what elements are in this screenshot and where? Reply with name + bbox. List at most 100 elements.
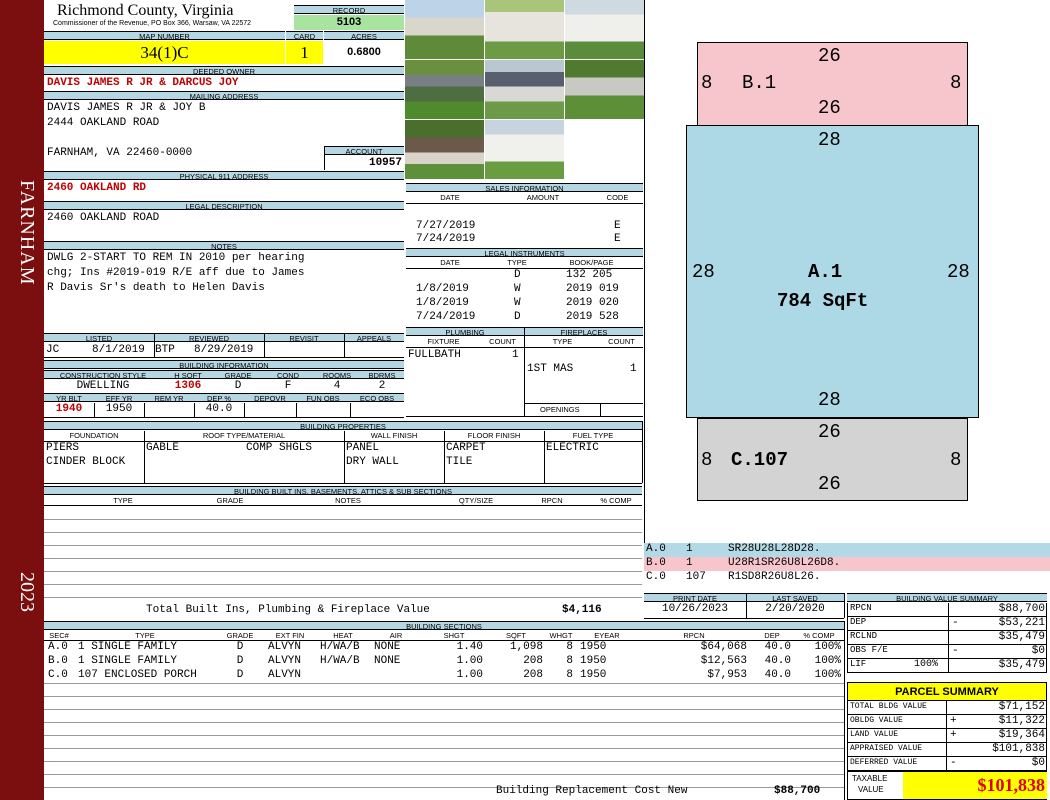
bp-h-found: FOUNDATION	[69, 431, 119, 440]
parcel-row: APPRAISED VALUE $101,838	[847, 743, 1047, 757]
notes-line-1: DWLG 2-START TO REM IN 2010 per hearing	[47, 252, 305, 264]
fp-openings-label: OPENINGS	[540, 405, 580, 414]
sketch-c-left: 8	[701, 449, 713, 471]
bi2-h-rpcn: RPCN	[541, 496, 563, 505]
li-row-type: W	[514, 297, 521, 309]
house-photo-7	[405, 120, 484, 179]
fp-type: 1ST MAS	[527, 363, 574, 375]
li-row-type: D	[514, 269, 521, 281]
map-number-label: MAP NUMBER	[44, 31, 285, 40]
bi-hsqft: 1306	[174, 380, 202, 392]
bi-h-grade: GRADE	[214, 370, 262, 379]
section-col-header: SQFT	[506, 631, 526, 640]
plumb-fixture: FULLBATH	[408, 349, 461, 361]
sketch-c-bottom: 26	[818, 473, 841, 495]
section-col-header: AIR	[389, 631, 403, 640]
li-row-date: 1/8/2019	[416, 283, 469, 295]
account-value: 10957	[368, 157, 402, 169]
sidebar-city: FARNHAM	[16, 180, 38, 286]
section-cell-rpcn: $12,563	[700, 655, 747, 667]
value-summary-key: RCLND	[850, 631, 878, 641]
sales-row-2-code: E	[614, 233, 621, 245]
bi2-h-notes: NOTES	[335, 496, 361, 505]
bp-wall-2: DRY WALL	[346, 456, 399, 468]
bi-effyr: 1950	[105, 403, 133, 415]
bp-found-1: PIERS	[46, 442, 80, 454]
li-row-date: 7/24/2019	[416, 311, 476, 323]
li-row-book: 2019 528	[566, 311, 619, 323]
mailing-line-2: 2444 OAKLAND ROAD	[47, 117, 160, 129]
plumbing-label: PLUMBING	[406, 327, 524, 336]
mailing-line-3: FARNHAM, VA 22460-0000	[47, 147, 193, 159]
bi-yrblt: 1940	[55, 403, 83, 415]
bp-floor-1: CARPET	[446, 442, 486, 454]
sketch-legend-code: 1	[686, 543, 693, 555]
sales-row-1-code: E	[614, 220, 621, 232]
bi-h-const: CONSTRUCTION STYLE	[44, 370, 162, 379]
parcel-key: DEFERRED VALUE	[850, 758, 918, 767]
brcn-value: $88,700	[774, 785, 821, 797]
section-cell-grade: D	[236, 655, 244, 667]
section-col-header: RPCN	[683, 631, 705, 640]
value-summary-row: LIF 100% $35,479	[847, 659, 1047, 673]
section-cell-dep: 40.0	[764, 641, 791, 653]
section-cell-type: 107 ENCLOSED PORCH	[78, 669, 197, 681]
li-row-book: 2019 019	[566, 283, 619, 295]
section-cell-ext: ALVYN	[268, 669, 302, 681]
section-cell-type: 1 SINGLE FAMILY	[78, 655, 178, 667]
acres-value: 0.6800	[347, 46, 381, 58]
section-cell-eyear: 1950	[580, 655, 607, 667]
bp-h-floor: FLOOR FINISH	[467, 431, 521, 440]
house-photo-4	[405, 60, 484, 119]
notes-label: NOTES	[44, 241, 404, 250]
parcel-row: TOTAL BLDG VALUE $71,152	[847, 701, 1047, 715]
parcel-value: $0	[1031, 757, 1045, 769]
parcel-key: APPRAISED VALUE	[850, 744, 923, 753]
section-cell-comp: 100%	[814, 641, 841, 653]
sketch-c-label: C.107	[731, 449, 789, 471]
reviewer: BTP	[155, 344, 175, 356]
li-row-type: D	[514, 311, 521, 323]
li-h-date: DATE	[440, 258, 460, 267]
parcel-value: $11,322	[998, 715, 1045, 727]
section-col-header: % COMP	[803, 631, 835, 640]
sketch-legend-path: R1SD8R26U8L26.	[728, 571, 821, 583]
map-number-value: 34(1)C	[44, 41, 285, 64]
li-h-type: TYPE	[507, 258, 527, 267]
section-cell-rpcn: $7,953	[707, 669, 747, 681]
building-info-label: BUILDING INFORMATION	[44, 360, 404, 369]
bi-h-remyr: REM YR	[144, 393, 194, 402]
section-col-header: HEAT	[333, 631, 353, 640]
value-summary-row: RPCN $88,700	[847, 603, 1047, 617]
deeded-owner-label: DEEDED OWNER	[44, 66, 404, 75]
bp-found-2: CINDER BLOCK	[46, 456, 126, 468]
section-cell-sqft: 1,098	[509, 641, 543, 653]
parcel-key: LAND VALUE	[850, 730, 899, 739]
sketch-legend-row: B.0 1 U28R1SR26U8L26D8.	[644, 557, 1050, 571]
record-label: RECORD	[294, 5, 404, 14]
fp-h-type: TYPE	[552, 337, 573, 346]
section-cell-shgt: 1.40	[456, 641, 483, 653]
section-col-header: EXT FIN	[275, 631, 305, 640]
sketch-a-left: 28	[692, 261, 715, 283]
reviewed-date: 8/29/2019	[194, 344, 254, 356]
section-cell-whgt: 8	[566, 655, 573, 667]
acres-label: ACRES	[324, 31, 404, 40]
last-saved: 2/20/2020	[765, 603, 825, 615]
sketch-b-top: 26	[818, 45, 841, 67]
parcel-summary-label: PARCEL SUMMARY	[847, 682, 1047, 701]
plumb-h-count: COUNT	[489, 337, 516, 346]
house-photo-3	[565, 0, 644, 59]
section-col-header: GRADE	[226, 631, 254, 640]
bp-h-roof: ROOF TYPE/MATERIAL	[202, 431, 286, 440]
parcel-value: $19,364	[998, 729, 1045, 741]
appeals-label: APPEALS	[344, 333, 404, 342]
section-col-header: TYPE	[135, 631, 155, 640]
bi-h-bdrms: BDRMS	[360, 370, 404, 379]
building-properties-label: BUILDING PROPERTIES	[44, 421, 642, 430]
bi-h-dep: DEP %	[194, 393, 244, 402]
section-col-header: EYEAR	[594, 631, 620, 640]
record-value: 5103	[294, 15, 404, 30]
commissioner-address: Commissioner of the Revenue, PO Box 366,…	[53, 20, 252, 27]
section-cell-sec: A.0	[48, 641, 68, 653]
